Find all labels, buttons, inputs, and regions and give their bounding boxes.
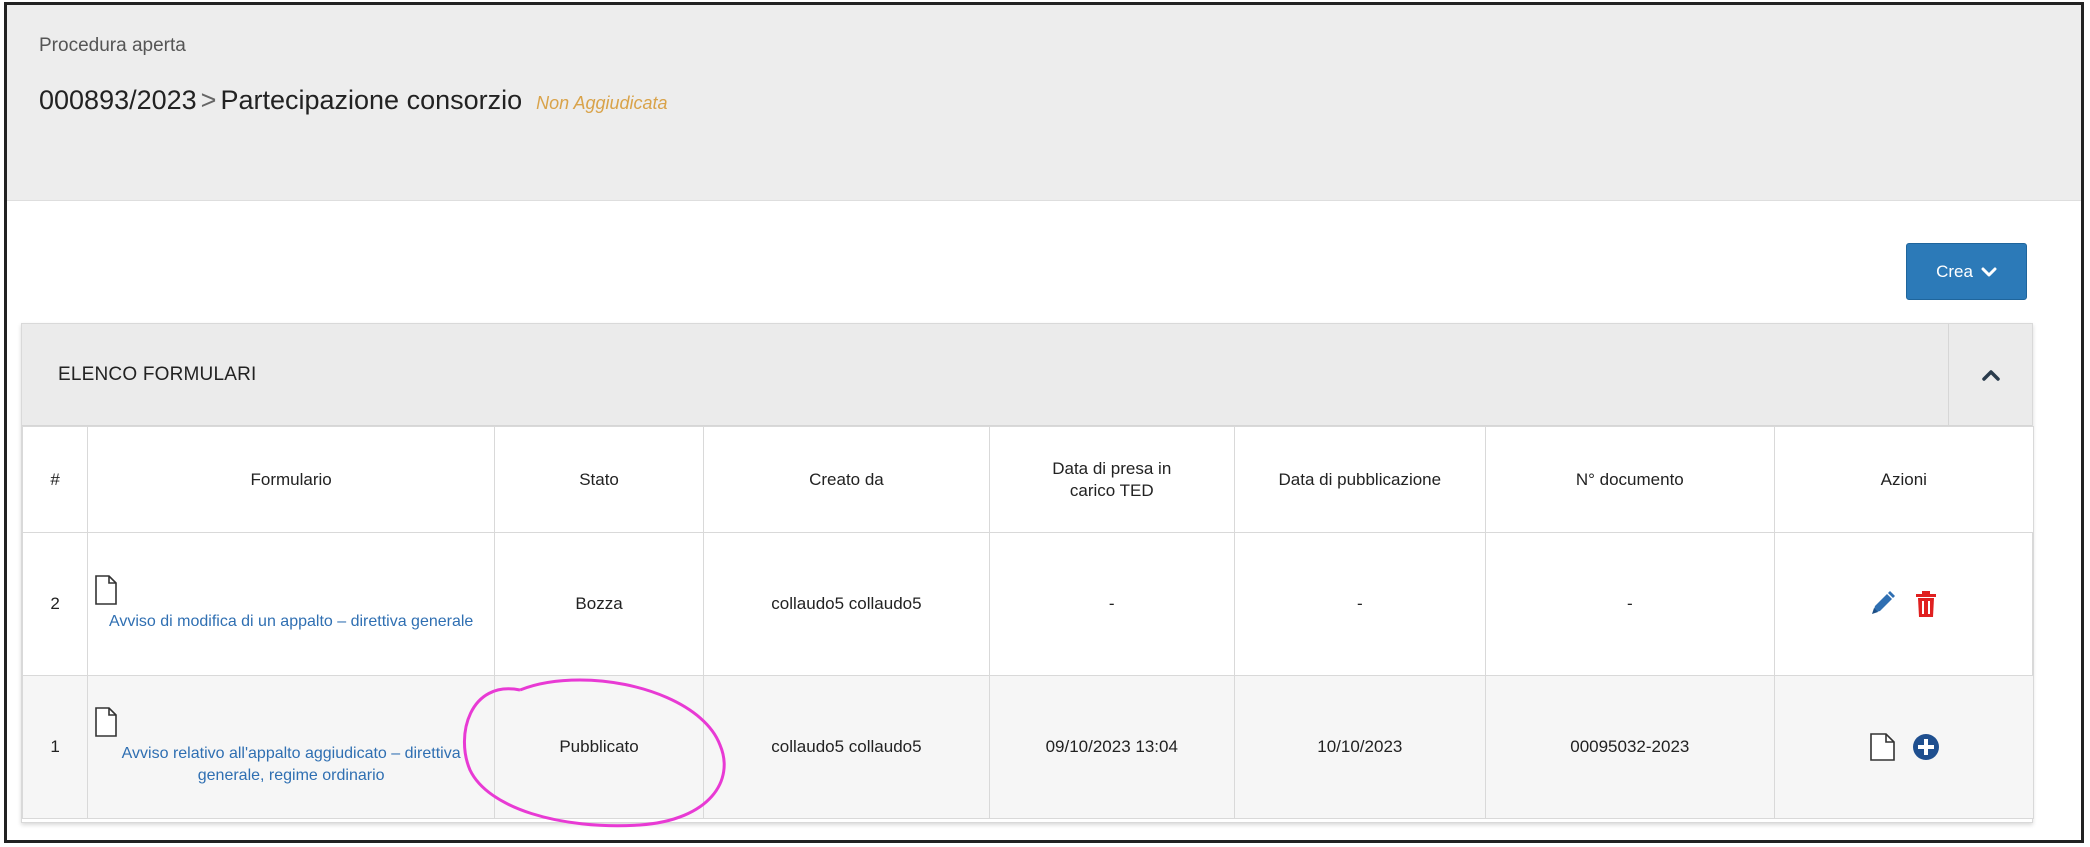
formulario-link[interactable]: Avviso relativo all'appalto aggiudicato … [94,743,488,787]
azioni-cell [1773,675,2035,819]
document-icon [95,575,117,605]
column-header-creato-da: Creato da [702,426,990,533]
crea-button-label: Crea [1936,261,1973,281]
column-header-azioni: Azioni [1773,426,2035,533]
breadcrumb: 000893/2023 > Partecipazione consorzio N… [39,85,668,116]
data-pubblicazione-cell: 10/10/2023 [1233,675,1487,819]
page-title: Partecipazione consorzio [220,85,523,115]
n-documento-cell: - [1485,532,1775,676]
creato-da-cell: collaudo5 collaudo5 [702,532,990,676]
column-header-num: # [21,426,89,533]
row-number: 2 [21,532,89,676]
crea-button[interactable]: Crea [1906,243,2027,300]
row-number: 1 [21,675,89,819]
collapse-button[interactable] [1949,324,2033,426]
panel-header: ELENCO FORMULARI [22,324,2032,426]
procedure-code[interactable]: 000893/2023 [39,85,197,116]
formulari-table: # Formulario Stato Creato da Data di pre… [21,426,2035,819]
page-frame: Procedura aperta 000893/2023 > Partecipa… [4,2,2084,843]
column-header-data-pubblicazione: Data di pubblicazione [1233,426,1487,533]
status-badge: Non Aggiudicata [536,93,668,113]
data-pubblicazione-cell: - [1233,532,1487,676]
formulario-cell: Avviso relativo all'appalto aggiudicato … [87,675,496,819]
chevron-up-icon [1982,370,2000,381]
formulari-panel: ELENCO FORMULARI # Formulario Stato Crea… [21,323,2035,823]
formulario-link[interactable]: Avviso di modifica di un appalto – diret… [94,611,488,633]
table-row: 1 Avviso relativo all'appalto aggiudicat… [21,675,2035,819]
data-ted-cell: 09/10/2023 13:04 [988,675,1235,819]
chevron-down-icon [1981,267,1997,276]
page-header: Procedura aperta 000893/2023 > Partecipa… [7,5,2081,201]
document-icon[interactable] [1867,732,1897,762]
column-header-formulario: Formulario [87,426,496,533]
n-documento-cell: 00095032-2023 [1485,675,1775,819]
procedure-type-label: Procedura aperta [39,35,186,56]
data-ted-cell: - [988,532,1235,676]
plus-circle-icon[interactable] [1911,732,1941,762]
document-icon [95,707,117,737]
edit-icon[interactable] [1867,589,1897,619]
column-header-data-ted: Data di presa in carico TED [988,426,1235,533]
panel-title: ELENCO FORMULARI [58,364,257,385]
trash-icon[interactable] [1911,589,1941,619]
azioni-cell [1773,532,2035,676]
table-row: 2 Avviso di modifica di un appalto – dir… [21,532,2035,676]
breadcrumb-separator: > [200,85,217,115]
column-header-stato: Stato [494,426,704,533]
stato-cell: Pubblicato [494,675,704,819]
column-header-n-documento: N° documento [1485,426,1775,533]
stato-cell: Bozza [494,532,704,676]
formulario-cell: Avviso di modifica di un appalto – diret… [87,532,496,676]
table-header-row: # Formulario Stato Creato da Data di pre… [21,426,2035,533]
creato-da-cell: collaudo5 collaudo5 [702,675,990,819]
